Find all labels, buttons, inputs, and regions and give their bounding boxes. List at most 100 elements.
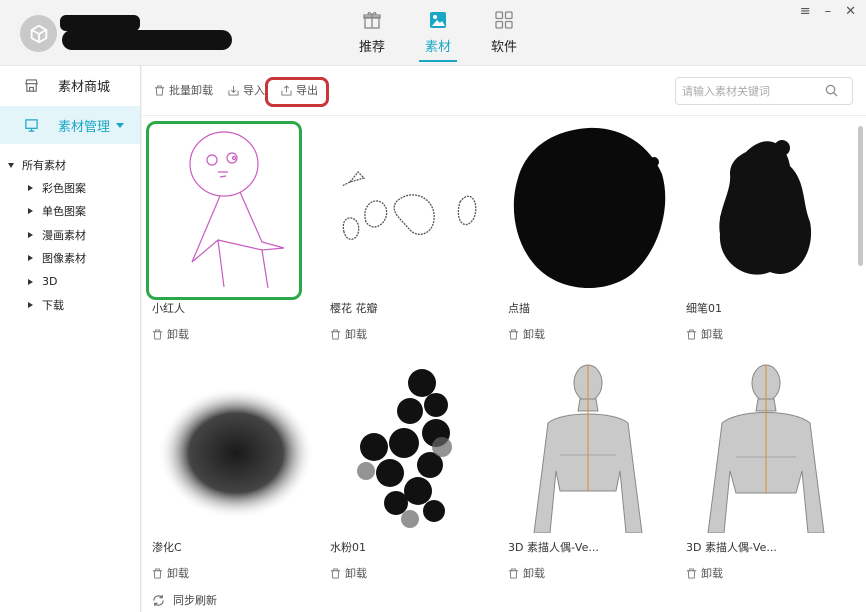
tab-recommend-label: 推荐 [358,40,385,55]
menu-icon[interactable]: ≡ [800,4,811,19]
material-card[interactable]: 水粉01 卸载 [330,361,500,581]
sidebar-item-store-label: 素材商城 [58,79,111,95]
window-controls: ≡ – ✕ [800,4,856,19]
tree-root-label: 所有素材 [22,159,66,172]
batch-uninstall-button[interactable]: 批量卸载 [154,82,213,98]
uninstall-label: 卸载 [523,567,545,580]
material-card[interactable]: 点描 卸载 [508,122,678,342]
material-title: 小红人 [152,302,185,315]
expand-right-icon[interactable] [28,231,33,238]
expand-right-icon[interactable] [28,184,33,191]
trash-icon [686,567,697,579]
tab-recommend[interactable]: 推荐 [350,10,394,62]
minimize-icon[interactable]: – [825,4,832,19]
material-tree: 所有素材 彩色图案 单色图案 漫画素材 图像素材 3D 下载 [0,144,140,317]
material-title: 3D 素描人偶-Ve... [508,541,599,554]
tree-item-3d[interactable]: 3D [0,270,140,294]
tab-material-label: 素材 [424,40,451,55]
tab-software[interactable]: 软件 [482,10,526,62]
trash-icon [330,567,341,579]
expand-right-icon[interactable] [28,208,33,215]
expand-right-icon[interactable] [28,255,33,262]
uninstall-label: 卸载 [345,567,367,580]
bleed-blot-thumbnail [158,387,312,519]
sidebar-item-manage-label: 素材管理 [58,119,111,135]
sync-refresh-label: 同步刷新 [173,594,217,607]
material-title: 渗化C [152,541,182,554]
import-label: 导入 [243,84,265,97]
toolbar: 批量卸载 导入 导出 [142,66,866,116]
material-thumbnail[interactable] [152,361,312,533]
expand-right-icon[interactable] [28,278,33,285]
trash-icon [152,328,163,340]
gouache-blot-thumbnail [357,369,452,528]
tree-item-comic[interactable]: 漫画素材 [0,223,140,247]
material-icon [430,12,446,28]
material-thumbnail[interactable] [330,122,490,294]
avatar[interactable] [20,15,57,52]
trash-icon [508,567,519,579]
material-title: 细笔01 [686,302,722,315]
redacted-username [60,15,140,31]
uninstall-button[interactable]: 卸载 [508,326,678,342]
expand-right-icon[interactable] [28,302,33,309]
trash-icon [154,84,165,96]
tree-item-image[interactable]: 图像素材 [0,247,140,271]
uninstall-button[interactable]: 卸载 [686,326,856,342]
material-thumbnail[interactable] [508,122,668,294]
tree-item-color-pattern[interactable]: 彩色图案 [0,176,140,200]
tree-item-mono-pattern[interactable]: 单色图案 [0,200,140,224]
sync-refresh-button[interactable]: 同步刷新 [152,592,217,608]
apps-grid-icon [495,11,513,29]
tree-root-all[interactable]: 所有素材 [0,154,140,176]
trash-icon [508,328,519,340]
cube-logo-icon [30,24,47,43]
uninstall-button[interactable]: 卸载 [330,326,500,342]
scrollbar[interactable] [858,126,863,266]
material-card[interactable]: 3D 素描人偶-Ve... 卸载 [508,361,678,581]
tree-item-label: 下载 [42,299,64,313]
sidebar-item-store[interactable]: 素材商城 [0,66,140,104]
material-thumbnail[interactable] [686,122,846,294]
tree-item-download[interactable]: 下载 [0,294,140,318]
material-thumbnail[interactable] [330,361,490,533]
import-button[interactable]: 导入 [228,82,265,98]
uninstall-button[interactable]: 卸载 [152,565,322,581]
material-title: 樱花 花瓣 [330,302,378,315]
tree-item-label: 单色图案 [42,205,86,219]
material-card[interactable]: 渗化C 卸载 [152,361,322,581]
tree-item-label: 漫画素材 [42,228,86,242]
search-icon[interactable] [825,84,838,97]
uninstall-button[interactable]: 卸载 [508,565,678,581]
uninstall-label: 卸载 [167,328,189,341]
redacted-username-line2 [62,30,232,50]
gift-icon [363,12,381,29]
refresh-icon [153,594,164,606]
trash-icon [152,567,163,579]
sidebar-item-manage[interactable]: 素材管理 [0,106,140,144]
material-card[interactable]: 细笔01 卸载 [686,122,856,342]
store-icon [25,78,38,92]
uninstall-button[interactable]: 卸载 [330,565,500,581]
tab-software-label: 软件 [490,40,517,55]
material-thumbnail[interactable] [686,361,846,533]
close-icon[interactable]: ✕ [845,4,856,19]
stipple-blot-thumbnail [513,127,666,289]
selected-highlight-annotation [146,121,302,300]
tree-item-label: 彩色图案 [42,181,86,195]
tab-material[interactable]: 素材 [416,10,460,62]
import-icon [228,85,239,96]
export-highlight-annotation [265,77,329,107]
material-card[interactable]: 樱花 花瓣 卸载 [330,122,500,342]
batch-uninstall-label: 批量卸载 [169,84,213,97]
uninstall-label: 卸载 [345,328,367,341]
uninstall-button[interactable]: 卸载 [152,326,322,342]
main-panel: 批量卸载 导入 导出 请输入素材关键词 小红人 卸载 樱花 花瓣 卸载 点描 卸… [142,66,866,612]
material-card[interactable]: 3D 素描人偶-Ve... 卸载 [686,361,856,581]
app-header: 推荐 素材 软件 ≡ – ✕ [0,0,866,66]
monitor-icon [25,118,38,132]
expand-down-icon[interactable] [8,162,14,168]
material-title: 点描 [508,302,530,315]
uninstall-button[interactable]: 卸载 [686,565,856,581]
material-thumbnail[interactable] [508,361,668,533]
